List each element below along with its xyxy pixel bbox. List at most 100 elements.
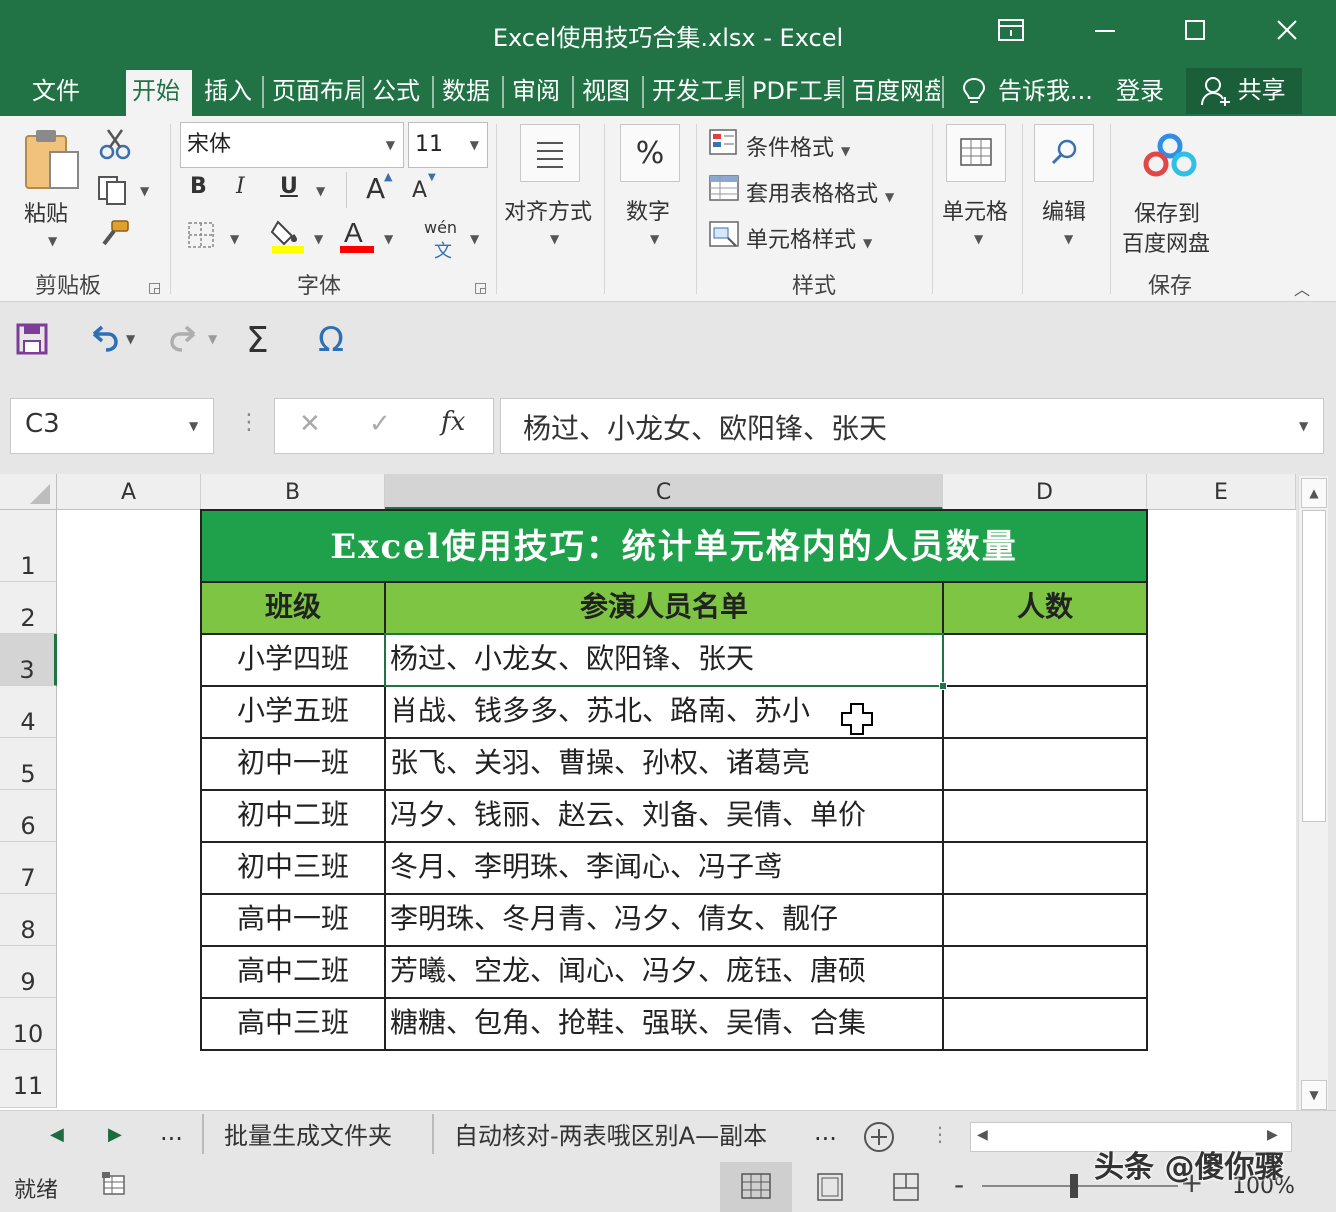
row-header-1[interactable]: 1 xyxy=(0,510,57,582)
zoom-slider-thumb[interactable] xyxy=(1070,1174,1078,1198)
editing-dropdown-icon[interactable]: ▼ xyxy=(1064,232,1073,246)
sheets-more-left[interactable]: ... xyxy=(160,1118,183,1146)
cells-dropdown-icon[interactable]: ▼ xyxy=(974,232,983,246)
baidu-netdisk-icon[interactable] xyxy=(1140,132,1200,186)
count-cell[interactable] xyxy=(942,893,1148,947)
sheet-tab-batch-folders[interactable]: 批量生成文件夹 xyxy=(224,1116,392,1151)
names-cell[interactable]: 冯夕、钱丽、赵云、刘备、吴倩、单价 xyxy=(384,789,944,843)
undo-icon[interactable] xyxy=(86,322,120,360)
column-header-a[interactable]: A xyxy=(57,474,201,510)
tab-file[interactable]: 文件 xyxy=(26,70,92,116)
font-launcher-icon[interactable]: ◲ xyxy=(474,280,487,296)
number-dropdown-icon[interactable]: ▼ xyxy=(650,232,659,246)
names-cell[interactable]: 芳曦、空龙、闻心、冯夕、庞钰、唐硕 xyxy=(384,945,944,999)
editing-button[interactable] xyxy=(1034,124,1094,182)
names-cell[interactable]: 杨过、小龙女、欧阳锋、张天 xyxy=(384,633,944,687)
sheets-more-right[interactable]: ... xyxy=(814,1118,837,1146)
column-header-b[interactable]: B xyxy=(201,474,385,510)
class-cell[interactable]: 高中三班 xyxy=(200,997,386,1051)
row-header-3[interactable]: 3 xyxy=(0,634,57,686)
count-cell[interactable] xyxy=(942,945,1148,999)
number-format-button[interactable]: % xyxy=(620,124,680,182)
clipboard-launcher-icon[interactable]: ◲ xyxy=(148,280,161,296)
tab-view[interactable]: 视图 xyxy=(576,70,640,116)
share-button[interactable]: 共享 xyxy=(1186,68,1302,114)
class-cell[interactable]: 初中一班 xyxy=(200,737,386,791)
scroll-left-icon[interactable]: ◀ xyxy=(977,1127,988,1143)
count-cell[interactable] xyxy=(942,737,1148,791)
row-header-6[interactable]: 6 xyxy=(0,790,57,842)
class-cell[interactable]: 高中二班 xyxy=(200,945,386,999)
tab-baidu-netdisk[interactable]: 百度网盘 xyxy=(846,70,940,116)
row-header-8[interactable]: 8 xyxy=(0,894,57,946)
font-color-dropdown-icon[interactable]: ▼ xyxy=(384,232,393,246)
enter-entry-icon[interactable]: ✓ xyxy=(369,409,391,439)
paste-button[interactable] xyxy=(22,128,84,198)
row-header-11[interactable]: 11 xyxy=(0,1050,57,1108)
column-header-c[interactable]: C xyxy=(385,474,943,510)
header-names[interactable]: 参演人员名单 xyxy=(384,581,944,635)
grow-font-button[interactable]: A xyxy=(366,172,385,205)
scroll-right-icon[interactable]: ▶ xyxy=(1267,1127,1278,1143)
tab-split-grip-icon[interactable]: ⋮ xyxy=(930,1122,950,1146)
scroll-up-icon[interactable]: ▲ xyxy=(1301,478,1327,508)
cell-styles-button[interactable]: 单元格样式 ▼ xyxy=(746,222,872,254)
redo-icon[interactable] xyxy=(168,322,202,360)
class-cell[interactable]: 初中二班 xyxy=(200,789,386,843)
redo-dropdown-icon[interactable]: ▼ xyxy=(208,332,217,346)
close-icon[interactable] xyxy=(1264,14,1310,54)
vertical-scroll-thumb[interactable] xyxy=(1302,510,1326,822)
undo-dropdown-icon[interactable]: ▼ xyxy=(126,332,135,346)
column-header-d[interactable]: D xyxy=(943,474,1147,510)
alignment-dropdown-icon[interactable]: ▼ xyxy=(550,232,559,246)
autosum-icon[interactable]: Σ xyxy=(246,320,269,361)
tell-me-search[interactable]: 告诉我... xyxy=(992,70,1102,116)
conditional-formatting-button[interactable]: 条件格式 ▼ xyxy=(746,130,850,162)
collapse-ribbon-icon[interactable]: ︿ xyxy=(1294,276,1310,300)
font-name-select[interactable]: 宋体 ▼ xyxy=(180,122,404,168)
tab-insert[interactable]: 插入 xyxy=(198,70,260,116)
login-link[interactable]: 登录 xyxy=(1110,70,1176,116)
prev-sheet-icon[interactable]: ◀ xyxy=(50,1124,64,1145)
bold-button[interactable]: B xyxy=(190,174,207,199)
tab-pdf-tools[interactable]: PDF工具 xyxy=(746,70,840,116)
borders-dropdown-icon[interactable]: ▼ xyxy=(230,232,239,246)
minimize-icon[interactable] xyxy=(1082,14,1128,54)
copy-icon[interactable] xyxy=(96,174,130,210)
save-icon[interactable] xyxy=(16,322,48,360)
header-class[interactable]: 班级 xyxy=(200,581,386,635)
tab-page-layout[interactable]: 页面布局 xyxy=(266,70,360,116)
class-cell[interactable]: 初中三班 xyxy=(200,841,386,895)
copy-dropdown-icon[interactable]: ▼ xyxy=(140,184,149,198)
row-header-5[interactable]: 5 xyxy=(0,738,57,790)
tab-home[interactable]: 开始 xyxy=(126,70,192,116)
next-sheet-icon[interactable]: ▶ xyxy=(108,1124,122,1145)
names-cell[interactable]: 糖糖、包角、抢鞋、强联、吴倩、合集 xyxy=(384,997,944,1051)
tab-data[interactable]: 数据 xyxy=(436,70,500,116)
scroll-down-icon[interactable]: ▼ xyxy=(1301,1080,1327,1110)
insert-function-icon[interactable]: fx xyxy=(441,407,465,437)
count-cell[interactable] xyxy=(942,633,1148,687)
count-cell[interactable] xyxy=(942,997,1148,1051)
row-header-4[interactable]: 4 xyxy=(0,686,57,738)
formula-input[interactable]: 杨过、小龙女、欧阳锋、张天 ▼ xyxy=(500,398,1324,454)
macro-record-icon[interactable] xyxy=(100,1170,130,1204)
normal-view-button[interactable] xyxy=(720,1162,792,1212)
count-cell[interactable] xyxy=(942,685,1148,739)
vertical-scrollbar[interactable]: ▲ ▼ xyxy=(1298,476,1328,1110)
names-cell[interactable]: 冬月、李明珠、李闻心、冯子鸢 xyxy=(384,841,944,895)
add-sheet-icon[interactable] xyxy=(862,1120,896,1158)
names-cell[interactable]: 张飞、关羽、曹操、孙权、诸葛亮 xyxy=(384,737,944,791)
sheet-tab-auto-check[interactable]: 自动核对-两表哦区别A—副本 xyxy=(454,1116,767,1151)
row-header-7[interactable]: 7 xyxy=(0,842,57,894)
fill-handle[interactable] xyxy=(939,682,947,690)
tab-formulas[interactable]: 公式 xyxy=(366,70,430,116)
row-header-9[interactable]: 9 xyxy=(0,946,57,998)
name-box[interactable]: C3 ▼ xyxy=(10,398,214,454)
header-count[interactable]: 人数 xyxy=(942,581,1148,635)
tab-review[interactable]: 审阅 xyxy=(506,70,570,116)
class-cell[interactable]: 小学五班 xyxy=(200,685,386,739)
select-all-corner[interactable] xyxy=(0,474,57,510)
cut-icon[interactable] xyxy=(98,128,132,164)
column-header-e[interactable]: E xyxy=(1147,474,1296,510)
